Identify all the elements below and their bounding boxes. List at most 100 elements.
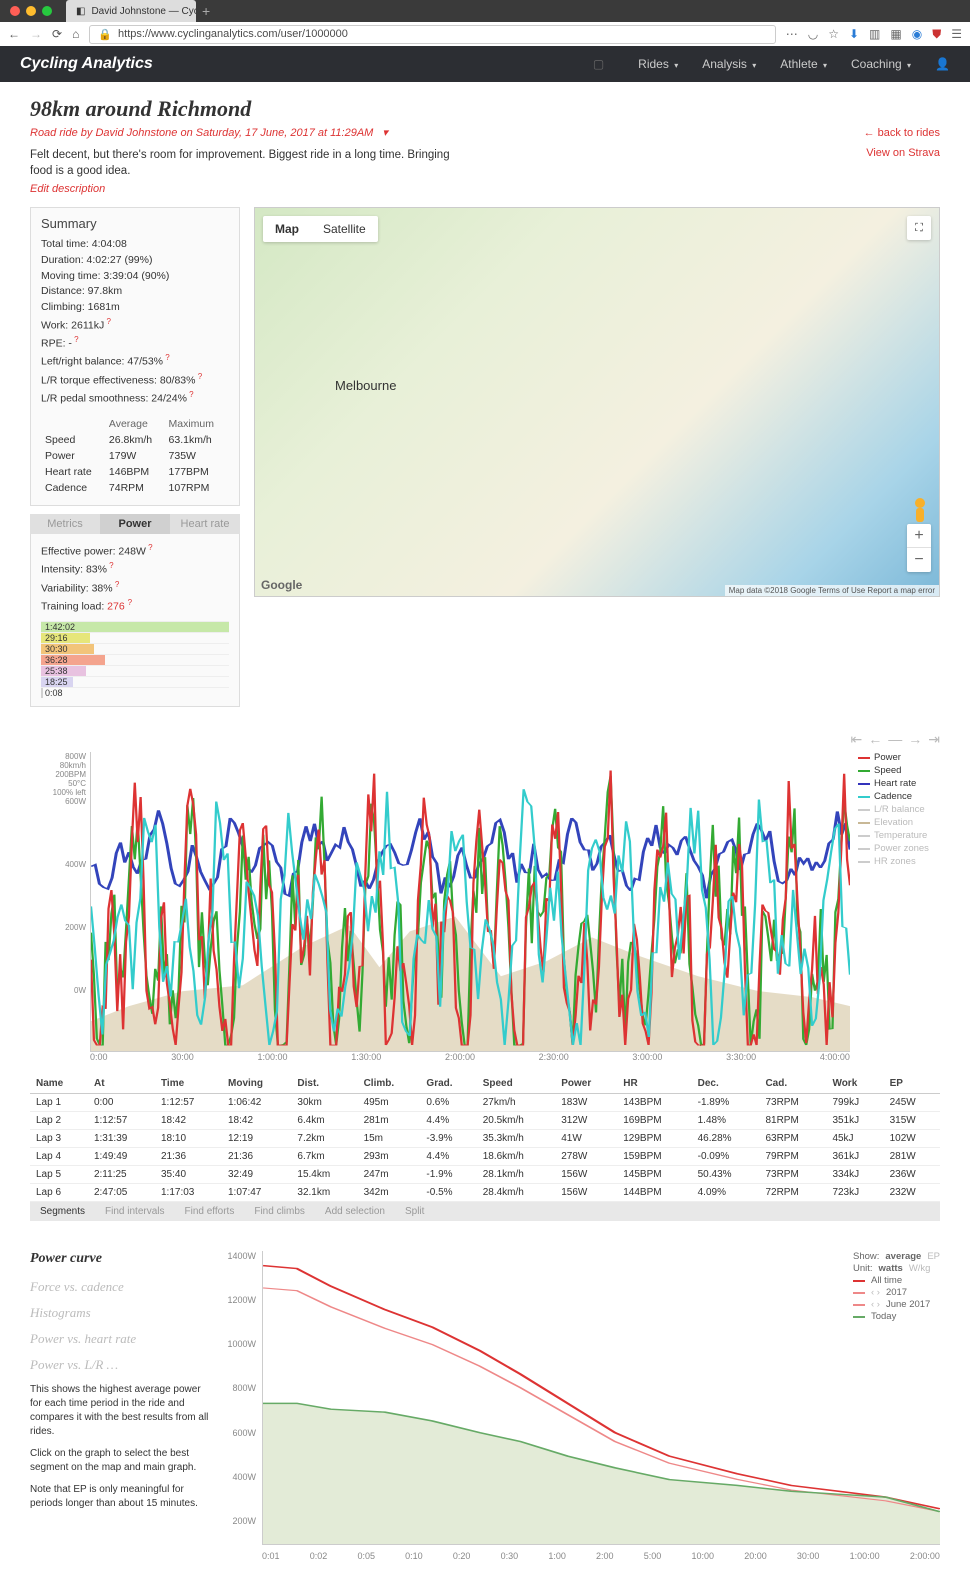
rider-link[interactable]: David Johnstone [95,127,177,139]
browser-tab[interactable]: ◧ David Johnstone — Cycling An... × [66,0,196,22]
lap-col-work[interactable]: Work [826,1074,883,1094]
lap-col-ep[interactable]: EP [884,1074,940,1094]
zoom-out-icon[interactable]: − [907,548,931,572]
lap-col-speed[interactable]: Speed [477,1074,555,1094]
pc-nav-2[interactable]: Histograms [30,1305,210,1321]
date-link[interactable]: Saturday, 17 June, 2017 at 11:29AM [196,127,374,139]
star-icon[interactable]: ☆ [828,27,839,41]
legend-temperature[interactable]: Temperature [858,830,940,841]
chart-nav-icon[interactable]: → [908,731,922,748]
summary-stat: Duration: 4:02:27 (99%) [41,253,229,269]
lap-row[interactable]: Lap 62:47:051:17:031:07:4732.1km342m-0.5… [30,1184,940,1202]
brand-logo[interactable]: Cycling Analytics [20,55,153,73]
toolbar-find-intervals[interactable]: Find intervals [105,1206,164,1217]
zone-bar: 1:42:02 [41,621,229,632]
lap-col-name[interactable]: Name [30,1074,88,1094]
pc-nav-3[interactable]: Power vs. heart rate [30,1331,210,1347]
pocket-icon[interactable]: ◡ [808,27,818,41]
forward-icon[interactable]: → [30,27,42,41]
lap-col-dec[interactable]: Dec. [692,1074,760,1094]
nav-athlete[interactable]: Athlete ▾ [780,57,827,71]
window-close[interactable] [10,6,20,16]
back-to-rides-link[interactable]: ← back to rides [864,127,940,139]
library-icon[interactable]: ▥ [869,27,880,41]
lap-col-cad[interactable]: Cad. [759,1074,826,1094]
legend-elevation[interactable]: Elevation [858,817,940,828]
toolbar-find-climbs[interactable]: Find climbs [254,1206,305,1217]
pegman-icon[interactable] [909,496,931,526]
window-minimize[interactable] [26,6,36,16]
lap-col-time[interactable]: Time [155,1074,222,1094]
lap-row[interactable]: Lap 41:49:4921:3621:366.7km293m4.4%18.6k… [30,1148,940,1166]
zoom-in-icon[interactable]: + [907,524,931,548]
ext1-icon[interactable]: ▦ [890,27,901,41]
pc-nav-4[interactable]: Power vs. L/R … [30,1357,210,1373]
back-icon[interactable]: ← [8,27,20,41]
legend-l-r-balance[interactable]: L/R balance [858,804,940,815]
view-on-strava-link[interactable]: View on Strava [866,147,940,159]
pc-nav-0[interactable]: Power curve [30,1251,210,1267]
lap-col-dist[interactable]: Dist. [291,1074,357,1094]
lap-col-hr[interactable]: HR [617,1074,691,1094]
new-tab-button[interactable]: + [202,3,210,19]
map-type-map[interactable]: Map [263,216,311,242]
chart-nav-icon[interactable]: — [888,731,902,748]
lap-row[interactable]: Lap 21:12:5718:4218:426.4km281m4.4%20.5k… [30,1112,940,1130]
lap-col-at[interactable]: At [88,1074,155,1094]
lap-row[interactable]: Lap 31:31:3918:1012:197.2km15m-3.9%35.3k… [30,1130,940,1148]
ublock-icon[interactable]: ⛊ [932,27,941,42]
toolbar-add-selection[interactable]: Add selection [325,1206,385,1217]
avgmax-row: Heart rate146BPM177BPM [43,465,227,479]
menu-icon[interactable]: ☰ [951,27,962,41]
nav-user-icon[interactable]: 👤 [935,57,950,71]
legend-power-zones[interactable]: Power zones [858,843,940,854]
legend-heart-rate[interactable]: Heart rate [858,778,940,789]
ride-map[interactable]: Map Satellite ⛶ Melbourne + − Google Map… [254,207,940,597]
map-type-satellite[interactable]: Satellite [311,216,378,242]
lap-col-grad[interactable]: Grad. [420,1074,476,1094]
toolbar-segments[interactable]: Segments [40,1206,85,1217]
lap-col-moving[interactable]: Moving [222,1074,291,1094]
metrics-tab-heart-rate[interactable]: Heart rate [170,514,240,534]
nav-analysis[interactable]: Analysis ▾ [702,57,756,71]
chart-nav-icon[interactable]: ⇤ [851,731,863,748]
chart-nav-icon[interactable]: ⇥ [928,731,940,748]
nav-coaching[interactable]: Coaching ▾ [851,57,911,71]
nav-rides[interactable]: Rides ▾ [638,57,678,71]
zone-bar: 30:30 [41,643,229,654]
summary-heading: Summary [41,216,229,231]
address-bar[interactable]: 🔒 https://www.cyclinganalytics.com/user/… [89,25,775,44]
zone-bar: 36:28 [41,654,229,665]
lap-col-power[interactable]: Power [555,1074,617,1094]
power-curve-chart[interactable]: Show: average EPUnit: watts W/kgAll time… [226,1251,940,1561]
ext2-icon[interactable]: ◉ [912,27,922,41]
toolbar-split[interactable]: Split [405,1206,424,1217]
metrics-tab-metrics[interactable]: Metrics [30,514,100,534]
toolbar-find-efforts[interactable]: Find efforts [185,1206,235,1217]
timeseries-plot[interactable] [90,752,850,1052]
lap-row[interactable]: Lap 52:11:2535:4032:4915.4km247m-1.9%28.… [30,1166,940,1184]
ride-description: Felt decent, but there's room for improv… [30,147,450,179]
home-icon[interactable]: ⌂ [72,27,79,41]
power-stat: Variability: 38% ? [41,579,229,597]
edit-description-link[interactable]: Edit description [30,183,450,195]
pc-nav-1[interactable]: Force vs. cadence [30,1279,210,1295]
meta-caret-icon[interactable]: ▾ [382,127,388,139]
lap-row[interactable]: Lap 10:001:12:571:06:4230km495m0.6%27km/… [30,1094,940,1112]
metrics-tab-power[interactable]: Power [100,514,170,534]
legend-speed[interactable]: Speed [858,765,940,776]
more-icon[interactable]: ⋯ [786,27,798,41]
nav-search-icon[interactable]: ▢ [593,57,604,71]
legend-hr-zones[interactable]: HR zones [858,856,940,867]
reload-icon[interactable]: ⟳ [52,27,62,41]
map-attribution[interactable]: Map data ©2018 Google Terms of Use Repor… [725,585,939,596]
window-maximize[interactable] [42,6,52,16]
legend-cadence[interactable]: Cadence [858,791,940,802]
legend-power[interactable]: Power [858,752,940,763]
lap-col-climb[interactable]: Climb. [358,1074,421,1094]
download-icon[interactable]: ⬇ [849,27,859,41]
summary-stat: L/R torque effectiveness: 80/83% ? [41,371,229,389]
map-fullscreen-icon[interactable]: ⛶ [907,216,931,240]
chart-nav-icon[interactable]: ← [868,731,882,748]
pc-help-text: Note that EP is only meaningful for peri… [30,1483,210,1511]
